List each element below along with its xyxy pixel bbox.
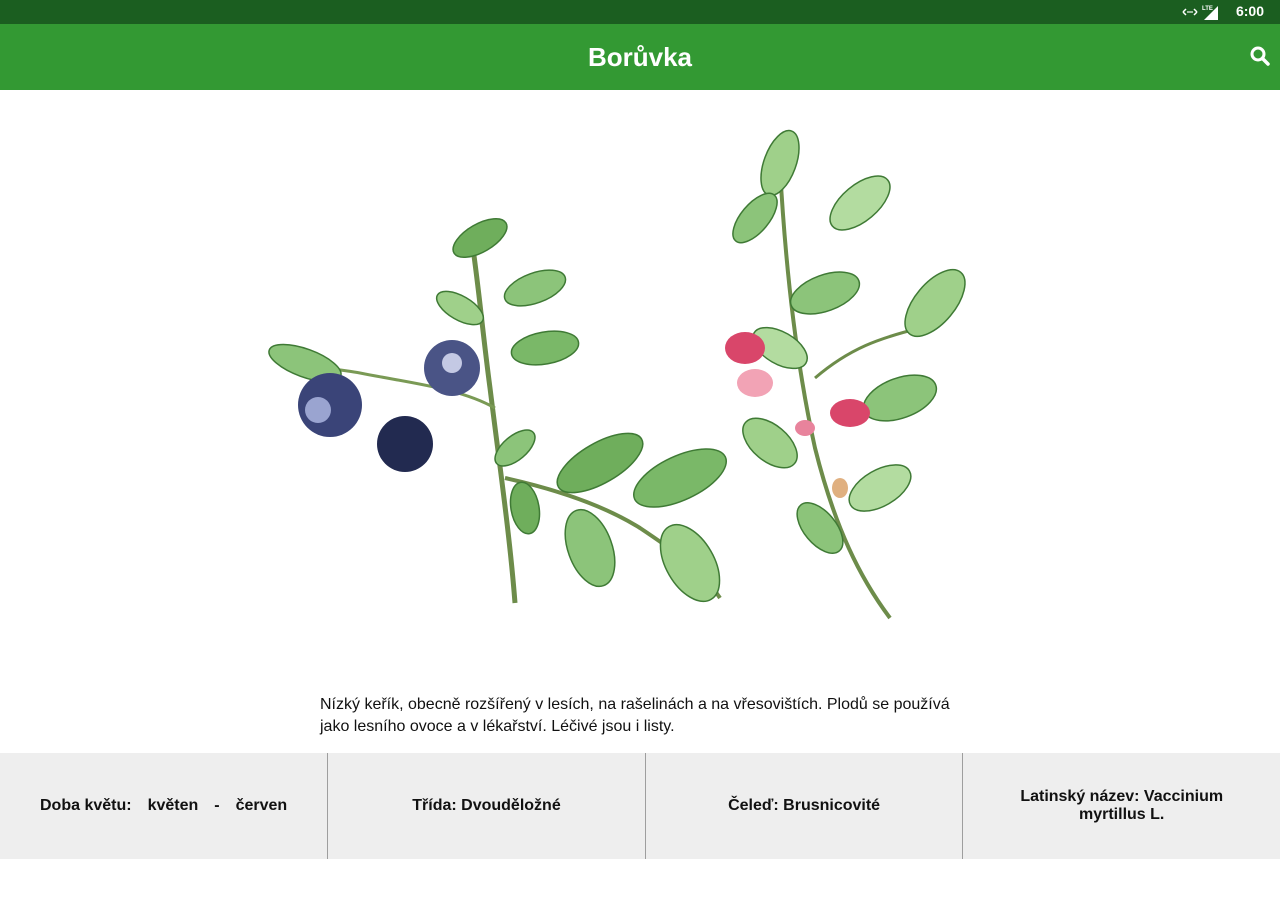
leaf <box>848 464 912 512</box>
bloom-label: Doba květu: <box>40 797 132 814</box>
class-cell: Třída: Dvouděložné <box>328 753 646 859</box>
stem <box>467 227 518 604</box>
leaf <box>760 129 800 197</box>
bloom-period-cell: Doba květu: květen - červen <box>0 753 329 859</box>
flower <box>725 332 765 364</box>
leaf <box>862 374 938 422</box>
leaf <box>742 417 798 469</box>
status-icons: LTE <box>1182 4 1220 20</box>
flower <box>832 478 848 498</box>
berry-highlight <box>305 397 331 423</box>
lte-label: LTE <box>1202 6 1213 12</box>
flower <box>737 369 773 397</box>
bloom-period: Doba květu: květen - červen <box>40 797 287 815</box>
flower <box>795 420 815 436</box>
plant-description: Nízký keřík, obecně rozšířený v lesích, … <box>320 696 950 735</box>
app-bar: Borůvka <box>0 24 1280 90</box>
plant-illustration <box>268 129 966 620</box>
flower <box>830 399 870 427</box>
data-transfer-icon <box>1182 8 1198 16</box>
lte-signal-icon: LTE <box>1202 6 1218 20</box>
stem <box>814 326 921 380</box>
leaf <box>904 269 966 337</box>
berry-highlight <box>442 353 462 373</box>
leaf <box>789 271 861 315</box>
bloom-from: květen <box>147 797 199 814</box>
leaf <box>564 508 616 588</box>
leaf <box>452 217 508 259</box>
status-time: 6:00 <box>1235 3 1264 19</box>
leaf <box>509 481 541 535</box>
search-icon[interactable] <box>1248 44 1272 68</box>
page-title: Borůvka <box>587 42 693 72</box>
leaf <box>732 192 778 244</box>
berry <box>377 416 433 472</box>
leaf <box>503 269 567 307</box>
info-bar: Doba květu: květen - červen Třída: Dvoud… <box>0 753 1280 859</box>
bloom-separator: - <box>214 797 220 814</box>
leaf <box>510 330 580 366</box>
bloom-to: červen <box>235 797 288 814</box>
family-cell: Čeleď: Brusnicovité <box>646 753 964 859</box>
leaf <box>829 175 891 231</box>
latin-name-cell: Latinský název: Vaccinium myrtillus L. <box>1020 788 1224 823</box>
status-bar: LTE 6:00 <box>0 0 1280 24</box>
